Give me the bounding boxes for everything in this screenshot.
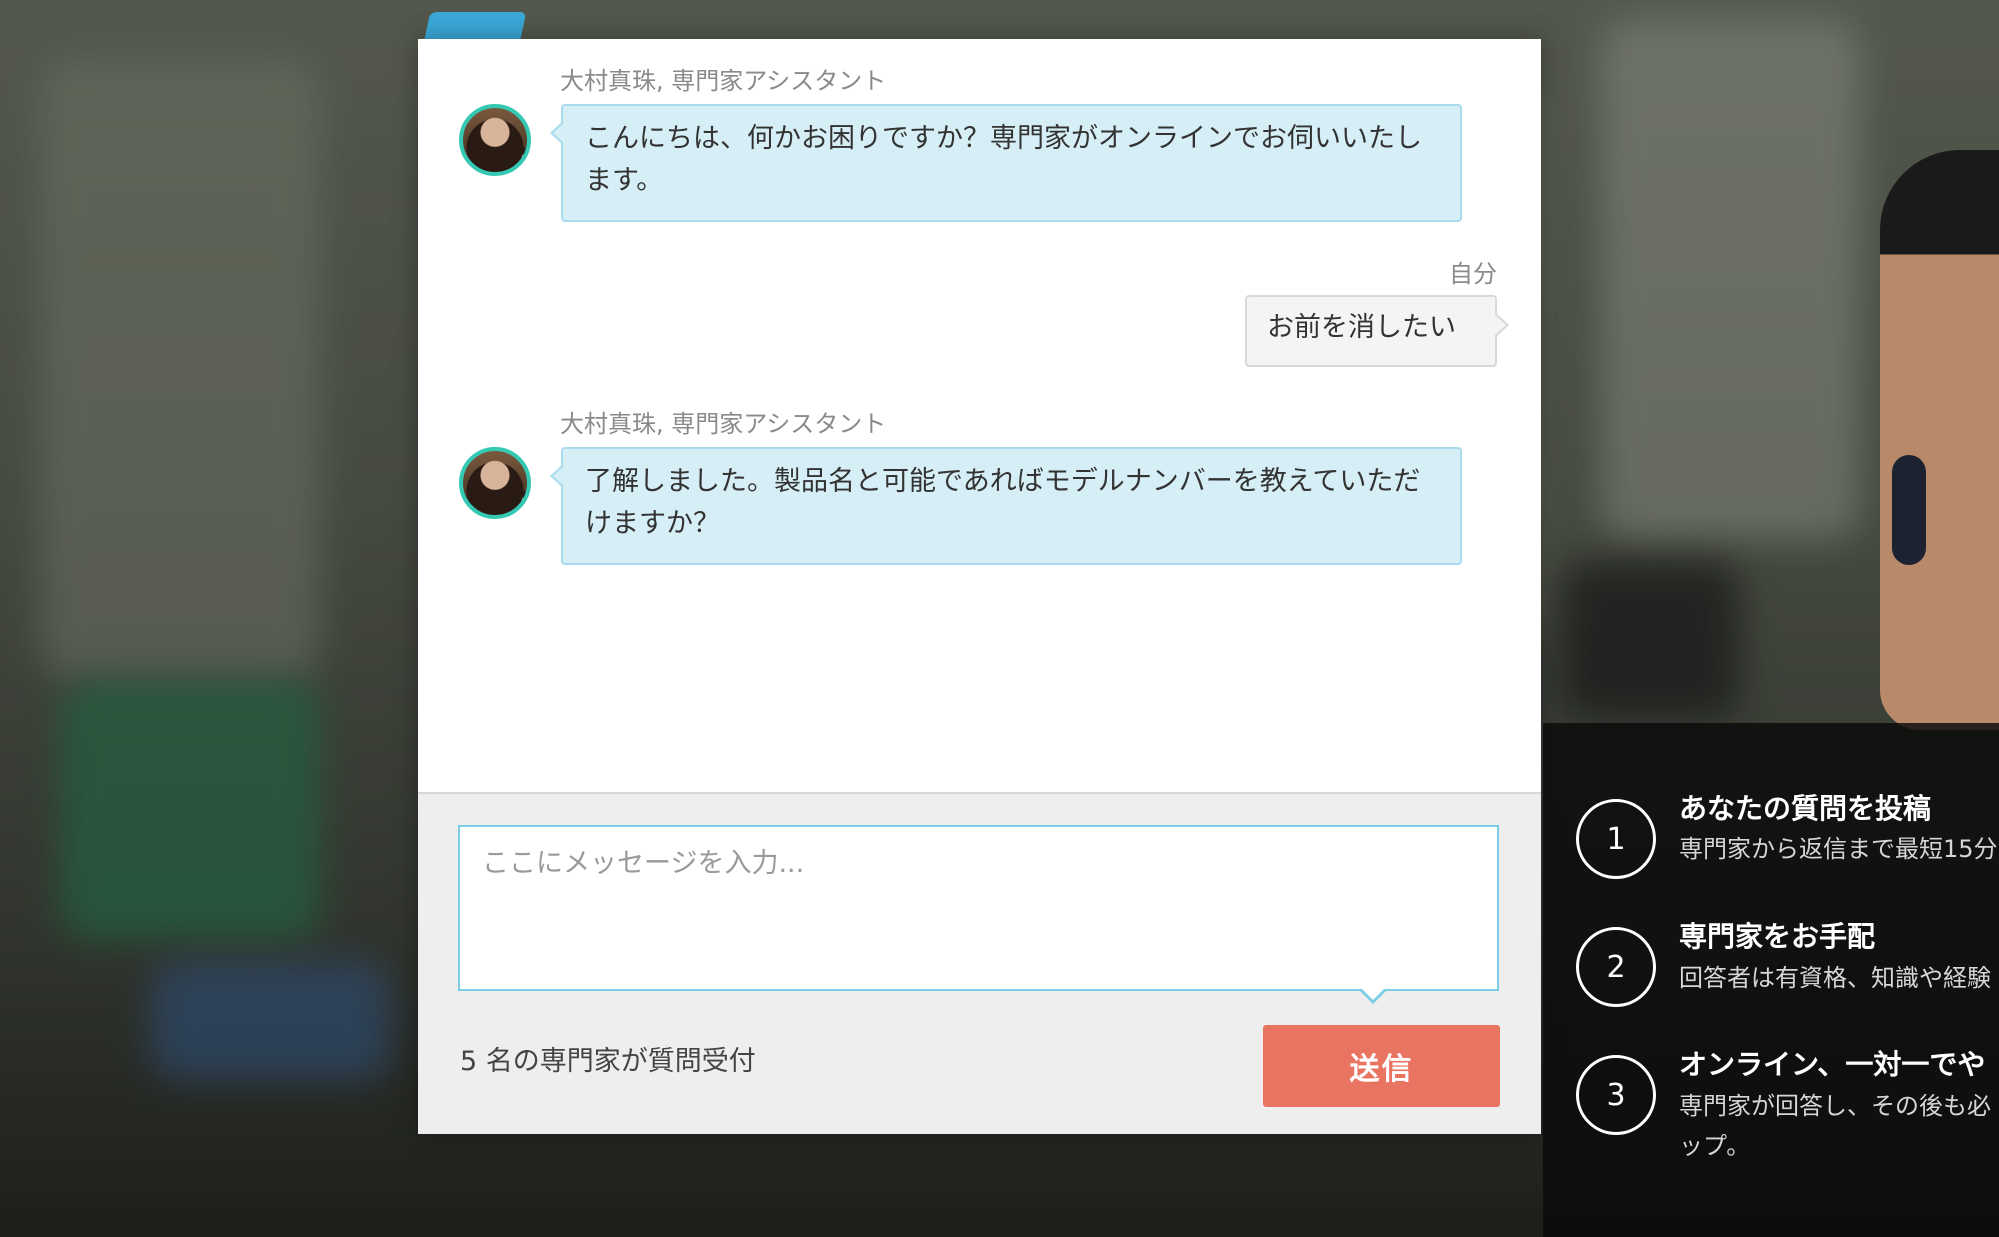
step-number-badge: 3 xyxy=(1576,1055,1656,1135)
agent-avatar xyxy=(459,447,531,519)
message-sender: 自分 xyxy=(1449,260,1497,288)
message-sender: 大村真珠, 専門家アシスタント xyxy=(560,67,887,95)
compose-area: 5 名の専門家が質問受付 送信 xyxy=(418,792,1541,1134)
message-sender: 大村真珠, 専門家アシスタント xyxy=(560,410,887,438)
message-text: お前を消したい xyxy=(1267,312,1456,343)
step-title: オンライン、一対一でや xyxy=(1679,1048,1986,1081)
how-it-works-panel: 1 あなたの質問を投稿 専門家から返信まで最短15分 2 専門家をお手配 回答者… xyxy=(1543,723,1999,1237)
step-number-badge: 1 xyxy=(1576,799,1656,879)
message-text: こんにちは、何かお困りですか？専門家がオンラインでお伺いいたします。 xyxy=(585,123,1422,196)
chat-window: 大村真珠, 専門家アシスタント こんにちは、何かお困りですか？専門家がオンライン… xyxy=(418,39,1541,1134)
step-title: あなたの質問を投稿 xyxy=(1679,792,1932,825)
input-pointer-inner xyxy=(1361,988,1385,1000)
step-description: 専門家から返信まで最短15分 xyxy=(1679,835,1998,863)
step-description: 回答者は有資格、知識や経験 xyxy=(1679,964,1991,992)
user-message-bubble: お前を消したい xyxy=(1245,295,1509,367)
message-text: 了解しました。製品名と可能であればモデルナンバーを教えていただけますか？ xyxy=(585,466,1421,539)
step-number-badge: 2 xyxy=(1576,927,1656,1007)
step-title: 専門家をお手配 xyxy=(1679,920,1876,953)
agent-avatar xyxy=(459,104,531,176)
headset-image xyxy=(1892,455,1926,565)
send-button[interactable]: 送信 xyxy=(1263,1025,1500,1107)
agent-message-bubble: こんにちは、何かお困りですか？専門家がオンラインでお伺いいたします。 xyxy=(550,104,1462,222)
expert-photo xyxy=(1880,150,1999,730)
agent-message-bubble: 了解しました。製品名と可能であればモデルナンバーを教えていただけますか？ xyxy=(550,447,1462,565)
step-description: 専門家が回答し、その後も必 xyxy=(1679,1092,1991,1120)
message-input[interactable] xyxy=(458,825,1499,991)
experts-available-status: 5 名の専門家が質問受付 xyxy=(460,1046,756,1077)
step-description: ップ。 xyxy=(1679,1132,1751,1160)
